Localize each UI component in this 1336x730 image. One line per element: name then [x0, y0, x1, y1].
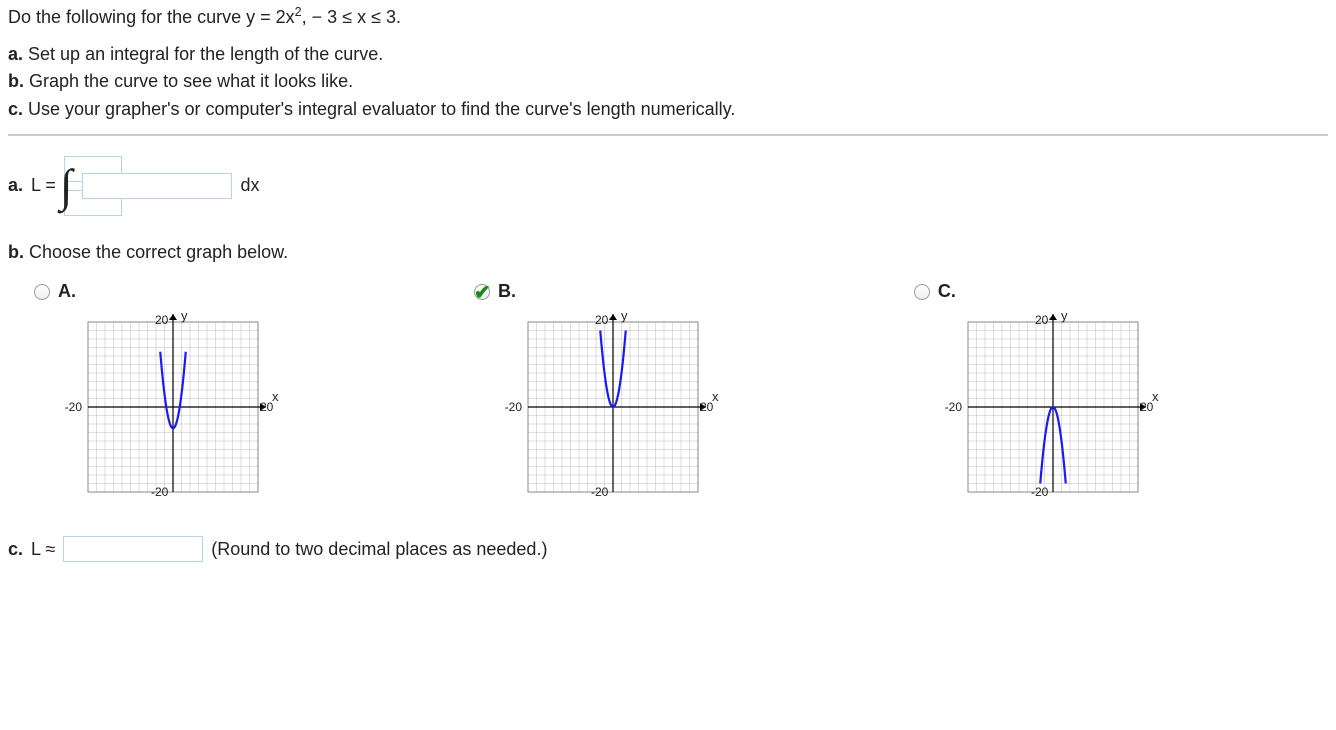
part-letter-b: b.	[8, 71, 24, 91]
part-b-text2: Choose the correct graph below.	[29, 242, 288, 262]
divider	[8, 134, 1328, 136]
svg-text:-20: -20	[505, 400, 523, 414]
option-c: C. -20 20 20 -20 x y	[888, 279, 1328, 512]
part-letter-c: c.	[8, 99, 23, 119]
dx-text: dx	[240, 173, 259, 198]
svg-text:y: y	[621, 312, 628, 323]
svg-text:-20: -20	[591, 485, 609, 499]
part-c-hint: (Round to two decimal places as needed.)	[211, 537, 547, 562]
svg-text:x: x	[272, 389, 279, 404]
option-a: A. -20 20 20 -20 x y	[8, 279, 448, 512]
svg-text:20: 20	[595, 313, 609, 327]
check-icon: ✔	[474, 279, 491, 307]
svg-text:y: y	[181, 312, 188, 323]
radio-button[interactable]	[914, 284, 930, 300]
svg-text:-20: -20	[1031, 485, 1049, 499]
svg-text:-20: -20	[151, 485, 169, 499]
option-label: C.	[938, 279, 956, 304]
radio-button[interactable]	[34, 284, 50, 300]
option-label: A.	[58, 279, 76, 304]
part-b-text: Graph the curve to see what it looks lik…	[29, 71, 353, 91]
part-letter-a: a.	[8, 44, 23, 64]
part-a-lhs: L =	[31, 173, 56, 198]
option-header: ✔ B.	[474, 279, 888, 304]
option-header: A.	[34, 279, 448, 304]
part-b-label: b.	[8, 242, 24, 262]
svg-text:x: x	[712, 389, 719, 404]
part-b-prompt: b. Choose the correct graph below.	[8, 240, 1328, 265]
svg-text:20: 20	[1035, 313, 1049, 327]
part-c-row: c. L ≈ (Round to two decimal places as n…	[8, 536, 1328, 562]
option-b: ✔ B. -20 20 20 -20 x y	[448, 279, 888, 512]
part-c-lhs: L ≈	[31, 537, 55, 562]
part-a-text: Set up an integral for the length of the…	[28, 44, 383, 64]
graph[interactable]: -20 20 20 -20 x y	[48, 312, 288, 512]
integrand-input[interactable]	[82, 173, 232, 199]
svg-text:y: y	[1061, 312, 1068, 323]
part-c-text: Use your grapher's or computer's integra…	[28, 99, 735, 119]
svg-text:-20: -20	[945, 400, 963, 414]
option-header: C.	[914, 279, 1328, 304]
part-c-label: c.	[8, 537, 23, 562]
integral-block: ∫	[64, 156, 75, 216]
stem-sup: 2	[295, 5, 302, 19]
radio-button[interactable]: ✔	[474, 284, 490, 300]
option-label: B.	[498, 279, 516, 304]
part-a-row: a. L = ∫ dx	[8, 156, 1328, 216]
stem-pre: Do the following for the curve y = 2x	[8, 7, 295, 27]
problem-stem: Do the following for the curve y = 2x2, …	[8, 4, 1328, 30]
svg-text:20: 20	[155, 313, 169, 327]
stem-post: , − 3 ≤ x ≤ 3.	[302, 7, 401, 27]
svg-text:x: x	[1152, 389, 1159, 404]
graph[interactable]: -20 20 20 -20 x y	[488, 312, 728, 512]
subparts-list: a. Set up an integral for the length of …	[8, 42, 1328, 122]
graph[interactable]: -20 20 20 -20 x y	[928, 312, 1168, 512]
integral-sign-icon: ∫	[58, 174, 75, 197]
part-a-label: a.	[8, 173, 23, 198]
svg-text:-20: -20	[65, 400, 83, 414]
length-answer-input[interactable]	[63, 536, 203, 562]
graph-options: A. -20 20 20 -20 x y ✔ B. -20 20 20 -20 x…	[8, 279, 1328, 512]
